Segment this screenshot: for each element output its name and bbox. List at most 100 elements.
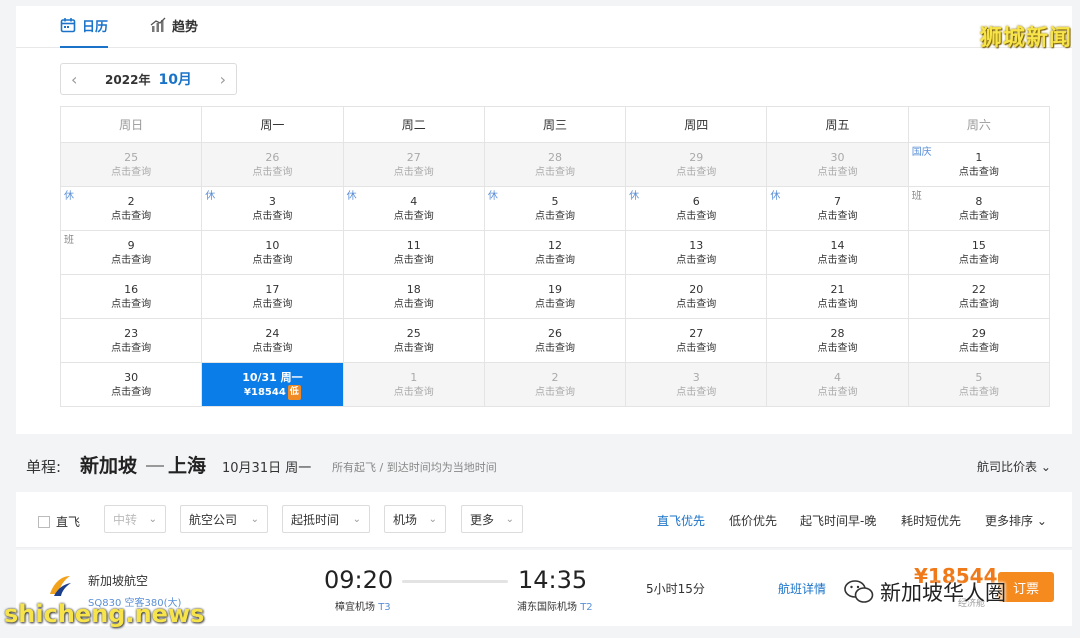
calendar-day[interactable]: 22 点击查询: [909, 275, 1049, 318]
calendar-day[interactable]: 休 7 点击查询: [767, 187, 909, 230]
route-label: 单程:: [26, 458, 62, 476]
weekday-header-cell: 周五: [767, 107, 909, 142]
day-number: 30: [124, 370, 139, 384]
calendar-day[interactable]: 26 点击查询: [485, 319, 627, 362]
query-label: 点击查询: [958, 298, 999, 310]
calendar-day[interactable]: 休 4 点击查询: [344, 187, 485, 230]
sort-more[interactable]: 更多排序 ⌄: [985, 512, 1047, 529]
flight-detail-link[interactable]: 航班详情: [778, 580, 826, 597]
holiday-tag: 班: [64, 235, 74, 246]
calendar-day[interactable]: 休 5 点击查询: [485, 187, 627, 230]
calendar-day[interactable]: 17 点击查询: [202, 275, 344, 318]
calendar-day[interactable]: 27 点击查询: [626, 319, 768, 362]
calendar-day[interactable]: 25 点击查询: [61, 143, 203, 186]
holiday-tag: 休: [487, 191, 498, 202]
chevron-down-icon: ⌄: [505, 513, 514, 525]
route-date: 10月31日 周一: [222, 461, 312, 476]
calendar-day[interactable]: 班 8 点击查询: [909, 187, 1049, 230]
calendar-week-row: 16 点击查询 17 点击查询 18 点击查询 19 点击查询 20 点击查询 21 点击查询 22 点击…: [60, 275, 1050, 319]
holiday-tag: 休: [64, 191, 74, 202]
calendar-day[interactable]: 29 点击查询: [909, 319, 1049, 362]
calendar-day[interactable]: 2 点击查询: [484, 363, 627, 406]
calendar-day[interactable]: 13 点击查询: [626, 231, 768, 274]
query-label: 点击查询: [393, 254, 434, 266]
query-label: 点击查询: [393, 298, 434, 310]
calendar-day[interactable]: 20 点击查询: [626, 275, 768, 318]
route-separator: [146, 465, 164, 467]
calendar-day-selected[interactable]: 10/31 周一 ¥18544 低: [202, 363, 344, 406]
route-from-city: 新加坡: [80, 455, 138, 477]
calendar-day[interactable]: 26 点击查询: [202, 143, 344, 186]
query-label: 点击查询: [534, 386, 575, 398]
calendar-day[interactable]: 24 点击查询: [202, 319, 344, 362]
airline-dropdown[interactable]: 航空公司 ⌄: [180, 505, 268, 533]
more-dropdown[interactable]: 更多 ⌄: [461, 505, 523, 533]
airport-dropdown[interactable]: 机场 ⌄: [384, 505, 446, 533]
airline-logo-icon: [50, 576, 71, 596]
day-number: 4: [834, 370, 842, 384]
day-number: 23: [124, 326, 139, 340]
query-label: 点击查询: [817, 342, 858, 354]
calendar-day[interactable]: 28 点击查询: [484, 143, 627, 186]
day-number: 27: [689, 326, 704, 340]
calendar-day[interactable]: 18 点击查询: [344, 275, 485, 318]
day-number: 6: [692, 194, 700, 208]
calendar-day[interactable]: 15 点击查询: [909, 231, 1049, 274]
day-number: 2: [551, 370, 559, 384]
departure-terminal: T3: [378, 602, 391, 613]
calendar-day[interactable]: 休 2 点击查询: [61, 187, 203, 230]
transfer-dropdown[interactable]: 中转 ⌄: [104, 505, 166, 533]
query-label: 点击查询: [958, 254, 999, 266]
weekday-header-cell: 周二: [344, 107, 485, 142]
calendar-day[interactable]: 5 点击查询: [908, 363, 1049, 406]
time-dropdown[interactable]: 起抵时间 ⌄: [282, 505, 370, 533]
sort-low-price[interactable]: 低价优先: [729, 512, 777, 529]
day-number: 3: [692, 370, 700, 384]
calendar-day[interactable]: 14 点击查询: [767, 231, 909, 274]
calendar-day[interactable]: 休 3 点击查询: [202, 187, 344, 230]
airline-compare-link[interactable]: 航司比价表 ⌄: [977, 458, 1051, 475]
query-label: 点击查询: [111, 166, 152, 178]
year-label: 2022年: [105, 73, 151, 87]
tab-calendar[interactable]: 日历: [60, 16, 109, 48]
calendar-day[interactable]: 1 点击查询: [343, 363, 485, 406]
calendar-day[interactable]: 30 点击查询: [767, 143, 909, 186]
day-number: 19: [547, 282, 562, 296]
holiday-tag: 休: [770, 191, 781, 202]
calendar-day[interactable]: 23 点击查询: [61, 319, 203, 362]
calendar-day[interactable]: 27 点击查询: [343, 143, 485, 186]
calendar-day[interactable]: 休 6 点击查询: [626, 187, 768, 230]
query-label: 点击查询: [252, 298, 293, 310]
sort-depart-time[interactable]: 起飞时间早-晚: [800, 512, 876, 529]
calendar-day[interactable]: 16 点击查询: [61, 275, 203, 318]
arrival-airport: 浦东国际机场 T2: [517, 598, 593, 613]
sort-duration[interactable]: 耗时短优先: [901, 512, 961, 529]
calendar-day[interactable]: 30 点击查询: [61, 363, 203, 406]
calendar-day[interactable]: 28 点击查询: [767, 319, 909, 362]
book-button[interactable]: 订票: [998, 572, 1054, 602]
chevron-down-icon: ⌄: [1036, 514, 1047, 528]
calendar-day[interactable]: 21 点击查询: [767, 275, 909, 318]
query-label: 点击查询: [252, 342, 293, 354]
tab-trend[interactable]: 趋势: [150, 16, 198, 48]
direct-flight-checkbox[interactable]: 直飞: [38, 513, 80, 530]
query-label: 点击查询: [393, 342, 434, 354]
calendar-day[interactable]: 19 点击查询: [485, 275, 627, 318]
calendar-day[interactable]: 国庆 1 点击查询: [909, 143, 1049, 186]
calendar-day[interactable]: 班 9 点击查询: [61, 231, 203, 274]
sort-direct-first[interactable]: 直飞优先: [657, 512, 705, 529]
prev-month-icon[interactable]: ‹: [71, 70, 77, 89]
day-number: 26: [265, 150, 280, 164]
calendar-day[interactable]: 10 点击查询: [202, 231, 344, 274]
calendar-day[interactable]: 4 点击查询: [767, 363, 909, 406]
calendar-day[interactable]: 3 点击查询: [626, 363, 768, 406]
departure-airport: 樟宜机场 T3: [335, 598, 391, 613]
calendar-day[interactable]: 29 点击查询: [626, 143, 768, 186]
calendar-day[interactable]: 11 点击查询: [344, 231, 485, 274]
day-number: 30: [830, 150, 845, 164]
calendar-day[interactable]: 25 点击查询: [344, 319, 485, 362]
calendar-day[interactable]: 12 点击查询: [485, 231, 627, 274]
next-month-icon[interactable]: ›: [220, 70, 226, 89]
calendar-week-row: 班 9 点击查询 10 点击查询 11 点击查询 12 点击查询 13 点击查询 14 点击查询 15 点击…: [60, 231, 1050, 275]
holiday-tag: 休: [629, 191, 640, 202]
